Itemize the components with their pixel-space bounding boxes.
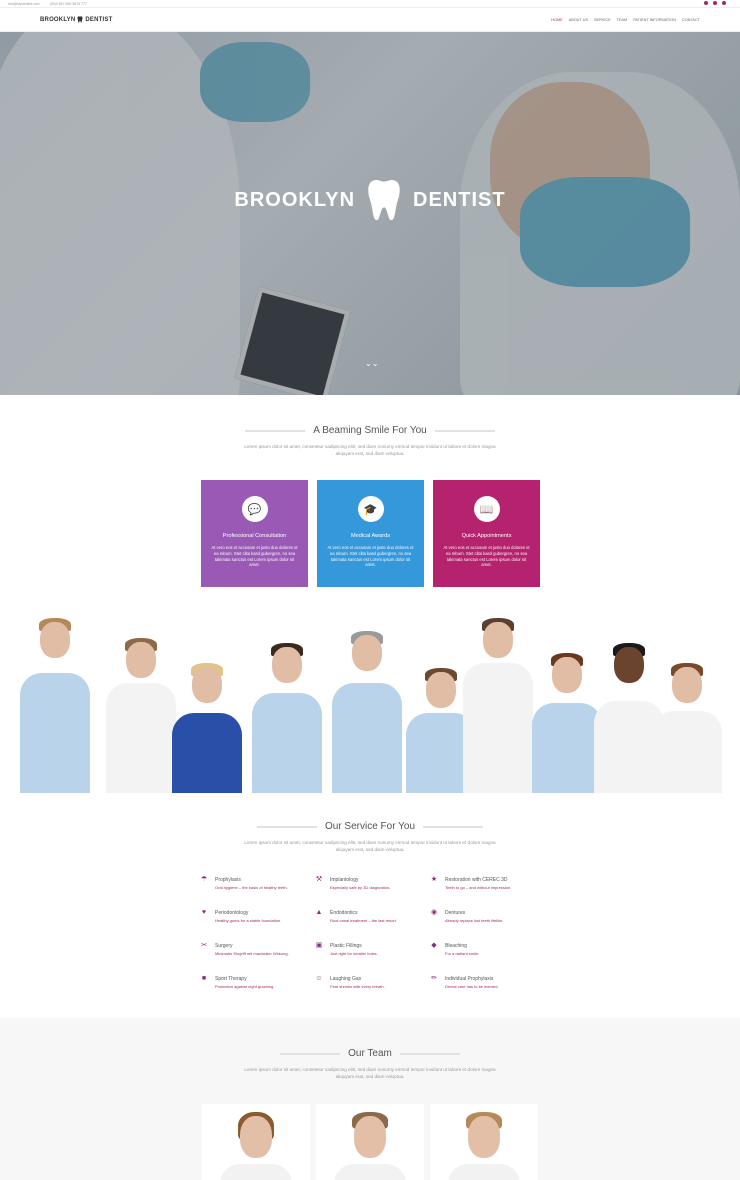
menu-home[interactable]: HOME [551,18,562,22]
brush-icon: ✏ [431,975,437,982]
google-plus-icon[interactable] [722,1,726,5]
team-member-card[interactable] [316,1104,424,1180]
card-consultation[interactable]: 💬 Professional Consultation At vero eos … [201,480,308,587]
team-lead: Lorem ipsum dolor sit amet, consetetur s… [244,1067,496,1079]
team-member-card[interactable] [430,1104,538,1180]
hero-title-b: DENTIST [413,188,506,211]
card-title: Quick Appointments [461,533,512,539]
chat-icon: 💬 [241,496,268,522]
wrench-icon: ⚒ [315,876,323,883]
book-icon: 📖 [473,496,500,522]
team-person [106,638,176,793]
card-title: Medical Awards [350,533,391,539]
smile-title: A Beaming Smile For You [313,425,427,436]
phone-text[interactable]: (00)9 567 890 5676 777 [50,2,87,6]
umbrella-icon: ☂ [200,876,208,883]
service-lead: Lorem ipsum dolor sit amet, consetetur s… [244,840,496,852]
menu-service[interactable]: SERVICE [594,18,611,22]
diamond-icon: ◆ [431,942,437,949]
hero-title-a: BROOKLYN [234,188,356,211]
tooth-icon [77,16,83,23]
tree-icon: ▲ [315,909,323,916]
menu: HOME ABOUT US SERVICE TEAM PATIENT INFOR… [551,18,700,22]
star-icon: ★ [430,876,438,883]
twitter-icon[interactable] [713,1,717,5]
team-person [652,663,722,793]
scroll-down-icon[interactable]: ⌄⌄ [365,359,378,369]
team-section-title: Our Team [0,1048,740,1059]
logo-name-a: BROOKLYN [40,16,76,23]
smile-lead: Lorem ipsum dolor sit amet, consetetur s… [244,444,496,456]
feature-cards: 💬 Professional Consultation At vero eos … [201,480,540,587]
card-awards[interactable]: 🎓 Medical Awards At vero eos et accusam … [317,480,424,587]
card-text: At vero eos et accusam et justo duo dolo… [211,545,298,568]
dentures-icon: ◉ [430,909,438,916]
team-person [252,643,322,793]
card-text: At vero eos et accusam et justo duo dolo… [327,545,414,568]
team-group-photo [20,615,722,793]
briefcase-icon: ▣ [315,942,323,949]
top-info-bar: info@ldydentist.com (00)9 567 890 5676 7… [0,0,740,8]
email-text[interactable]: info@ldydentist.com [8,2,40,6]
team-person [332,631,402,793]
scissors-icon: ✂ [201,942,207,949]
hero-title: BROOKLYN DENTIST [0,178,740,222]
menu-team[interactable]: TEAM [617,18,628,22]
card-title: Professional Consultation [222,533,287,539]
team-member-card[interactable] [202,1104,310,1180]
smile-section-title: A Beaming Smile For You [0,425,740,436]
logo[interactable]: BROOKLYN DENTIST [40,16,112,23]
team-person [172,663,242,793]
team-title: Our Team [348,1048,392,1059]
facebook-icon[interactable] [704,1,708,5]
heart-icon: ♥ [201,909,207,916]
mouthguard-icon: ■ [201,975,207,982]
team-person [532,653,602,793]
menu-patient-information[interactable]: PATIENT INFORMATION [633,18,676,22]
menu-contact[interactable]: CONTACT [682,18,700,22]
card-appointments[interactable]: 📖 Quick Appointments At vero eos et accu… [433,480,540,587]
main-navigation: BROOKLYN DENTIST HOME ABOUT US SERVICE T… [0,8,740,32]
team-person [20,618,90,793]
tooth-logo-icon [368,180,400,221]
card-text: At vero eos et accusam et justo duo dolo… [443,545,530,568]
service-section-title: Our Service For You [0,821,740,832]
team-person [463,618,533,793]
service-title: Our Service For You [324,821,416,832]
menu-about[interactable]: ABOUT US [569,18,588,22]
hero-banner: BROOKLYN DENTIST ⌄⌄ [0,32,740,395]
graduation-cap-icon: 🎓 [357,496,384,522]
logo-name-b: DENTIST [85,16,113,23]
smile-icon: ☺ [315,975,323,982]
